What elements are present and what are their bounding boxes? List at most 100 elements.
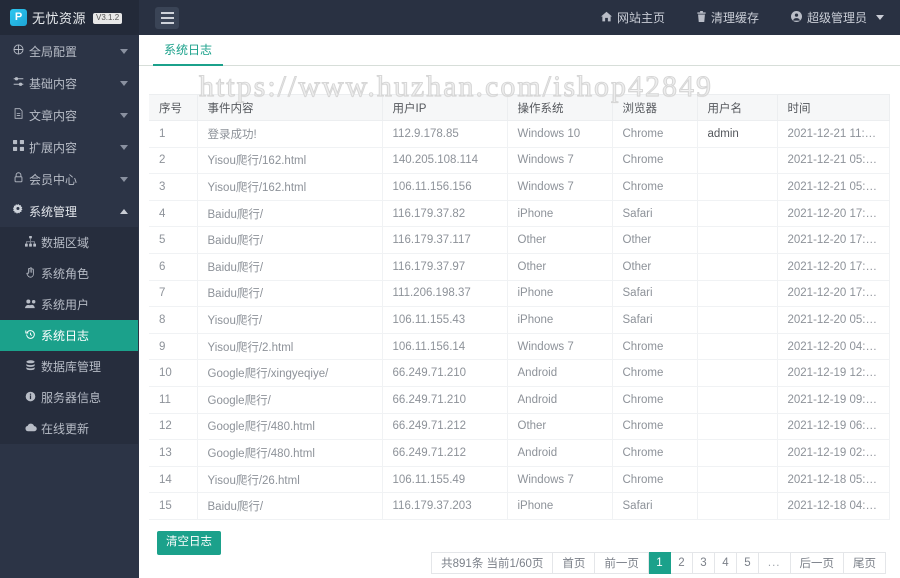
cell-user-ip: 66.249.71.210 (382, 359, 508, 387)
sidebar-item-database-management-label: 数据库管理 (41, 360, 102, 374)
cell-browser: Safari (612, 280, 698, 308)
sidebar-item-global-config-label: 全局配置 (29, 44, 78, 59)
cell-time: 2021-12-18 05:37:06 (777, 466, 890, 494)
table-row: 9 Yisou爬行/2.html 106.11.156.14 Windows 7 Chr… (149, 333, 890, 361)
sidebar-item-extension-content-label: 扩展内容 (29, 140, 78, 155)
sidebar-item-system-management[interactable]: 系统管理 (0, 195, 138, 227)
cell-browser: Chrome (612, 120, 698, 148)
pagination: 共891条 当前1/60页 首页 前一页 1 2 3 4 5 ... 后一页 尾… (431, 552, 886, 574)
top-nav-site-home[interactable]: 网站主页 (585, 0, 681, 35)
lock-icon (10, 172, 27, 186)
cell-user-ip: 116.179.37.117 (382, 226, 508, 254)
cell-user-ip: 112.9.178.85 (382, 120, 508, 148)
cell-os: Android (507, 386, 613, 414)
menu-icon[interactable] (155, 6, 179, 29)
pagination-page-1[interactable]: 1 (648, 552, 671, 574)
sidebar-item-system-log-label: 系统日志 (41, 329, 90, 343)
file-icon (10, 108, 27, 122)
top-nav-user-menu[interactable]: 超级管理员 (775, 0, 900, 35)
cell-browser: Chrome (612, 439, 698, 467)
sidebar-item-system-user-label: 系统用户 (41, 298, 90, 312)
cell-username (697, 333, 778, 361)
sidebar-item-basic-content[interactable]: 基础内容 (0, 67, 138, 99)
cell-browser: Chrome (612, 466, 698, 494)
cell-user-ip: 106.11.156.14 (382, 333, 508, 361)
sidebar-item-member-center[interactable]: 会员中心 (0, 163, 138, 195)
cell-index: 5 (149, 226, 198, 254)
cell-event: 登录成功! (197, 120, 383, 148)
cell-username (697, 386, 778, 414)
pagination-prev[interactable]: 前一页 (595, 552, 649, 574)
cell-time: 2021-12-21 05:10:33 (777, 147, 890, 175)
sidebar-item-system-user[interactable]: 系统用户 (0, 289, 138, 320)
cell-os: Windows 7 (507, 333, 613, 361)
cell-username (697, 359, 778, 387)
cell-index: 8 (149, 306, 198, 334)
table-row: 11 Google爬行/66.249.71.210 Android Chrome 202… (149, 386, 890, 414)
pagination-page-2[interactable]: 2 (670, 552, 693, 574)
cell-index: 11 (149, 386, 198, 414)
cell-event: Google爬行/ (197, 386, 383, 414)
sitemap-icon (22, 235, 39, 250)
pagination-page-5[interactable]: 5 (736, 552, 759, 574)
pagination-page-4[interactable]: 4 (714, 552, 737, 574)
sidebar-item-data-region[interactable]: 数据区域 (0, 227, 138, 258)
top-right-nav: 网站主页 清理缓存 超级管理员 (585, 0, 900, 35)
sidebar-item-system-role[interactable]: 系统角色 (0, 258, 138, 289)
clear-log-button[interactable]: 清空日志 (157, 530, 221, 555)
sidebar-item-global-config[interactable]: 全局配置 (0, 35, 138, 67)
cell-time: 2021-12-20 17:44:45 (777, 253, 890, 281)
top-nav-clear-cache[interactable]: 清理缓存 (681, 0, 775, 35)
globe-icon (10, 44, 27, 58)
tab-system-log[interactable]: 系统日志 (153, 35, 224, 66)
sidebar-item-extension-content[interactable]: 扩展内容 (0, 131, 138, 163)
cell-os: iPhone (507, 280, 613, 308)
table-header-username: 用户名 (697, 94, 778, 121)
cell-browser: Chrome (612, 413, 698, 441)
cell-user-ip: 111.206.198.37 (382, 280, 508, 308)
user-icon (790, 10, 802, 25)
cell-username (697, 253, 778, 281)
cell-event: Yisou爬行/162.html (197, 147, 383, 175)
pagination-first[interactable]: 首页 (553, 552, 596, 574)
cell-username (697, 147, 778, 175)
main-panel: 系统日志 https://www.huzhan.com/ishop42849 序… (139, 35, 900, 578)
cell-time: 2021-12-20 17:44:58 (777, 200, 890, 228)
pagination-page-3[interactable]: 3 (692, 552, 715, 574)
cell-event: Baidu爬行/ (197, 492, 383, 520)
puzzle-icon (10, 140, 27, 154)
table-body: 1 登录成功! 112.9.178.85 Windows 10 Chrome admin 2… (149, 120, 890, 520)
cell-event: Yisou爬行/2.html (197, 333, 383, 361)
sidebar-item-system-log[interactable]: 系统日志 (0, 320, 138, 351)
cell-event: Baidu爬行/ (197, 200, 383, 228)
history-icon (22, 329, 39, 343)
cell-event: Baidu爬行/ (197, 226, 383, 254)
chevron-down-icon (876, 15, 884, 20)
brand-version-badge: V3.1.2 (93, 13, 123, 24)
table-header-os: 操作系统 (507, 94, 613, 121)
chevron-down-icon (120, 80, 128, 86)
cell-event: Baidu爬行/ (197, 253, 383, 281)
table-header-event: 事件内容 (197, 94, 383, 121)
pagination-last[interactable]: 尾页 (844, 552, 886, 574)
cell-username (697, 200, 778, 228)
pagination-next[interactable]: 后一页 (790, 552, 844, 574)
tab-system-log-label: 系统日志 (164, 43, 213, 57)
sidebar-item-online-update[interactable]: 在线更新 (0, 413, 138, 444)
sidebar-item-system-management-label: 系统管理 (29, 204, 78, 219)
cell-index: 1 (149, 120, 198, 148)
cell-browser: Safari (612, 306, 698, 334)
cell-os: Windows 10 (507, 120, 613, 148)
top-nav-clear-cache-label: 清理缓存 (710, 11, 759, 25)
cell-event: Yisou爬行/ (197, 306, 383, 334)
sidebar-item-server-info[interactable]: 服务器信息 (0, 382, 138, 413)
cell-user-ip: 106.11.156.156 (382, 173, 508, 201)
cell-user-ip: 116.179.37.82 (382, 200, 508, 228)
brand[interactable]: P 无忧资源 V3.1.2 (0, 0, 139, 35)
cell-index: 10 (149, 359, 198, 387)
brand-name: 无忧资源 (32, 11, 87, 26)
sidebar-item-article-content[interactable]: 文章内容 (0, 99, 138, 131)
sidebar-item-database-management[interactable]: 数据库管理 (0, 351, 138, 382)
cell-os: Windows 7 (507, 466, 613, 494)
info-icon (22, 391, 39, 405)
